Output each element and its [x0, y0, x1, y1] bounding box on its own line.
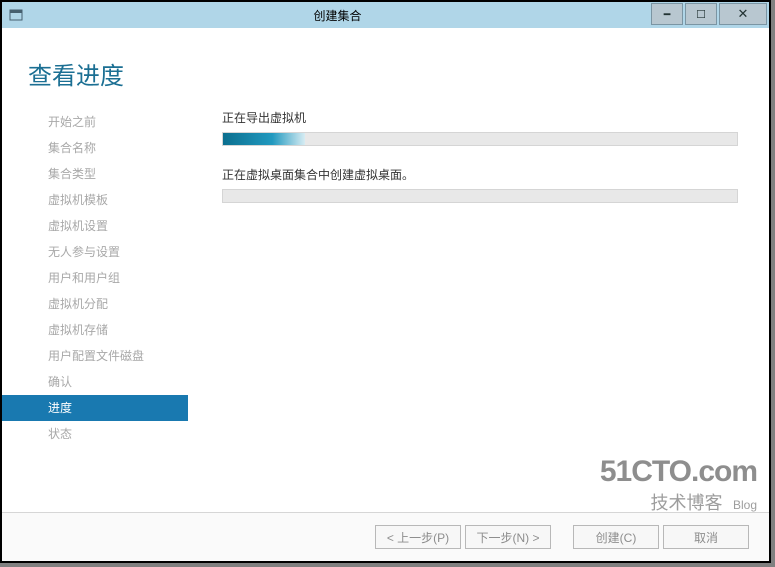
sidebar-item-confirmation: 确认 — [2, 369, 188, 395]
content-row: 开始之前 集合名称 集合类型 虚拟机模板 虚拟机设置 无人参与设置 用户和用户组… — [2, 101, 769, 512]
sidebar-item-vm-settings: 虚拟机设置 — [2, 213, 188, 239]
sidebar-item-upd: 用户配置文件磁盘 — [2, 343, 188, 369]
maximize-button[interactable]: ☐ — [685, 3, 717, 25]
sidebar-item-collection-name: 集合名称 — [2, 135, 188, 161]
task-label: 正在虚拟桌面集合中创建虚拟桌面。 — [222, 166, 739, 183]
next-button[interactable]: 下一步(N) > — [465, 525, 551, 549]
page-title: 查看进度 — [28, 56, 769, 91]
sidebar-item-users-groups: 用户和用户组 — [2, 265, 188, 291]
sidebar-item-before-you-begin: 开始之前 — [2, 109, 188, 135]
window-frame: 创建集合 ━ ☐ ✕ 查看进度 开始之前 集合名称 集合类型 虚拟机模板 虚拟机… — [0, 0, 771, 563]
wizard-body: 查看进度 开始之前 集合名称 集合类型 虚拟机模板 虚拟机设置 无人参与设置 用… — [2, 28, 769, 561]
sidebar-item-vm-template: 虚拟机模板 — [2, 187, 188, 213]
task-export-vm: 正在导出虚拟机 — [222, 109, 739, 146]
window-controls: ━ ☐ ✕ — [651, 2, 769, 28]
window-title: 创建集合 — [24, 7, 651, 24]
wizard-footer: < 上一步(P) 下一步(N) > 创建(C) 取消 — [2, 512, 769, 561]
app-icon — [8, 7, 24, 23]
main-panel: 正在导出虚拟机 正在虚拟桌面集合中创建虚拟桌面。 — [188, 101, 769, 512]
prev-button[interactable]: < 上一步(P) — [375, 525, 461, 549]
header-region: 查看进度 — [2, 28, 769, 101]
wizard-sidebar: 开始之前 集合名称 集合类型 虚拟机模板 虚拟机设置 无人参与设置 用户和用户组… — [2, 101, 188, 512]
sidebar-item-unattended-settings: 无人参与设置 — [2, 239, 188, 265]
sidebar-item-vm-assignment: 虚拟机分配 — [2, 291, 188, 317]
create-button[interactable]: 创建(C) — [573, 525, 659, 549]
sidebar-item-progress: 进度 — [2, 395, 188, 421]
sidebar-item-collection-type: 集合类型 — [2, 161, 188, 187]
task-label: 正在导出虚拟机 — [222, 109, 739, 126]
sidebar-item-status: 状态 — [2, 421, 188, 447]
progress-bar — [222, 189, 738, 203]
sidebar-item-vm-storage: 虚拟机存储 — [2, 317, 188, 343]
progress-fill — [223, 133, 305, 145]
close-button[interactable]: ✕ — [719, 3, 767, 25]
titlebar[interactable]: 创建集合 ━ ☐ ✕ — [2, 2, 769, 29]
task-create-vd: 正在虚拟桌面集合中创建虚拟桌面。 — [222, 166, 739, 203]
progress-bar — [222, 132, 738, 146]
minimize-button[interactable]: ━ — [651, 3, 683, 25]
cancel-button[interactable]: 取消 — [663, 525, 749, 549]
